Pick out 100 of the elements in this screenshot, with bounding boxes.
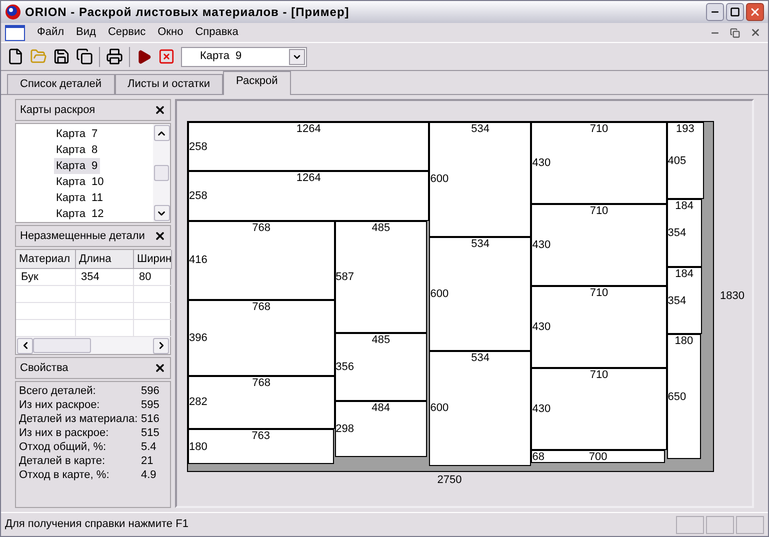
table-cell: Бук [16, 269, 76, 286]
property-label: Отход общий, %: [19, 440, 108, 454]
property-label: Деталей в карте: [19, 454, 106, 468]
tab[interactable]: Список деталей [7, 74, 115, 94]
menu-item[interactable]: Вид [70, 24, 102, 41]
cancel-button[interactable] [158, 48, 175, 65]
property-label: Деталей из материала: [19, 412, 139, 426]
dimension-label: 68 [532, 450, 544, 463]
tab[interactable]: Раскрой [223, 71, 291, 95]
close-icon [154, 104, 166, 116]
dimension-label: 587 [336, 270, 354, 283]
status-text: Для получения справки нажмите F1 [5, 517, 188, 532]
map-list-item[interactable]: Карта 11 [54, 190, 105, 206]
close-icon [750, 27, 760, 38]
crossed-box-icon [158, 48, 175, 65]
scroll-thumb[interactable] [154, 165, 169, 181]
table-cell [16, 303, 76, 320]
dimension-label: 768 [252, 222, 270, 234]
dimension-label: 396 [189, 332, 208, 344]
dimension-label: 405 [668, 154, 686, 167]
table-cell [76, 286, 134, 303]
panel-title: Неразмещенные детали [20, 228, 145, 244]
vertical-scrollbar[interactable] [153, 124, 170, 222]
dimension-label: 710 [590, 123, 608, 135]
horizontal-scrollbar[interactable] [16, 337, 170, 354]
dimension-label: 1264 [296, 172, 321, 184]
property-value: 21 [141, 454, 154, 468]
scroll-arrow-button[interactable] [154, 205, 170, 221]
close-button[interactable] [746, 3, 764, 21]
dimension-label: 600 [430, 288, 449, 300]
scroll-arrow-button[interactable] [17, 338, 33, 354]
dimension-label: 298 [336, 422, 354, 435]
play-icon [136, 48, 152, 64]
close-button[interactable] [154, 362, 166, 374]
dimension-label: 430 [532, 403, 551, 416]
map-list-item[interactable]: Карта 9 [54, 158, 100, 174]
map-list-item[interactable]: Карта 8 [54, 142, 100, 158]
printer-icon [106, 48, 123, 65]
dimension-label: 180 [189, 440, 208, 452]
column-header[interactable]: Материал [16, 250, 76, 269]
property-value: 516 [141, 412, 160, 426]
sheet-length-label: 2750 [437, 473, 462, 488]
dimension-label: 416 [189, 254, 208, 266]
tab[interactable]: Листы и остатки [114, 74, 224, 94]
dimension-label: 600 [430, 173, 449, 186]
property-label: Всего деталей: [19, 384, 97, 398]
maximize-button[interactable] [726, 3, 744, 21]
dimension-label: 768 [252, 376, 270, 388]
restore-icon [730, 28, 740, 38]
property-value: 596 [141, 384, 160, 398]
new-document-button[interactable] [7, 48, 24, 65]
dimension-label: 184 [675, 200, 694, 212]
scroll-arrow-button[interactable] [153, 338, 169, 354]
map-list-item[interactable]: Карта 12 [54, 206, 106, 222]
map-select[interactable]: Карта 9 [181, 46, 307, 66]
run-button[interactable] [136, 48, 152, 64]
map-list-item[interactable]: Карта 7 [54, 126, 100, 142]
scroll-thumb[interactable] [33, 338, 91, 353]
save-all-button[interactable] [76, 48, 93, 65]
folder-icon [30, 48, 47, 65]
window-title: ORION - Раскрой листовых материалов - [Пример] [25, 4, 350, 21]
dimension-label: 1264 [296, 123, 321, 135]
dimension-label: 700 [588, 451, 608, 464]
dimension-label: 282 [189, 396, 208, 408]
dimension-label: 258 [189, 140, 208, 153]
menu-item[interactable]: Файл [31, 24, 70, 41]
dimension-label: 484 [372, 402, 390, 414]
column-header[interactable]: Длина [76, 250, 134, 269]
menu-item[interactable]: Окно [152, 24, 190, 41]
dimension-label: 485 [372, 334, 390, 346]
app-logo-icon [5, 4, 21, 20]
dimension-label: 180 [674, 335, 694, 348]
dimension-label: 356 [336, 360, 354, 373]
dimension-label: 430 [532, 239, 551, 252]
close-button[interactable] [154, 230, 166, 242]
map-list-item[interactable]: Карта 10 [54, 174, 106, 190]
dimension-label: 768 [252, 300, 270, 313]
column-header[interactable]: Ширин [134, 250, 172, 269]
property-value: 4.9 [141, 468, 156, 482]
maximize-icon [730, 7, 740, 17]
table-cell: 354 [76, 269, 134, 286]
dimension-label: 485 [372, 222, 390, 234]
dimension-label: 534 [471, 238, 490, 250]
close-icon [749, 6, 761, 18]
dimension-label: 650 [668, 390, 686, 402]
close-icon [154, 230, 166, 242]
print-button[interactable] [106, 48, 123, 65]
dimension-label: 534 [471, 352, 490, 364]
menu-item[interactable]: Сервис [102, 24, 152, 41]
minimize-button[interactable] [706, 3, 724, 21]
dimension-label: 354 [668, 227, 686, 240]
scroll-arrow-button[interactable] [154, 125, 170, 141]
dimension-label: 430 [532, 157, 551, 170]
close-button[interactable] [154, 104, 166, 116]
sheet-width-label: 1830 [720, 289, 744, 304]
save-button[interactable] [53, 48, 70, 65]
menu-item[interactable]: Справка [189, 24, 244, 41]
document-icon [7, 48, 24, 65]
property-label: Из них в раскрое: [19, 426, 110, 440]
dimension-label: 184 [675, 268, 694, 280]
